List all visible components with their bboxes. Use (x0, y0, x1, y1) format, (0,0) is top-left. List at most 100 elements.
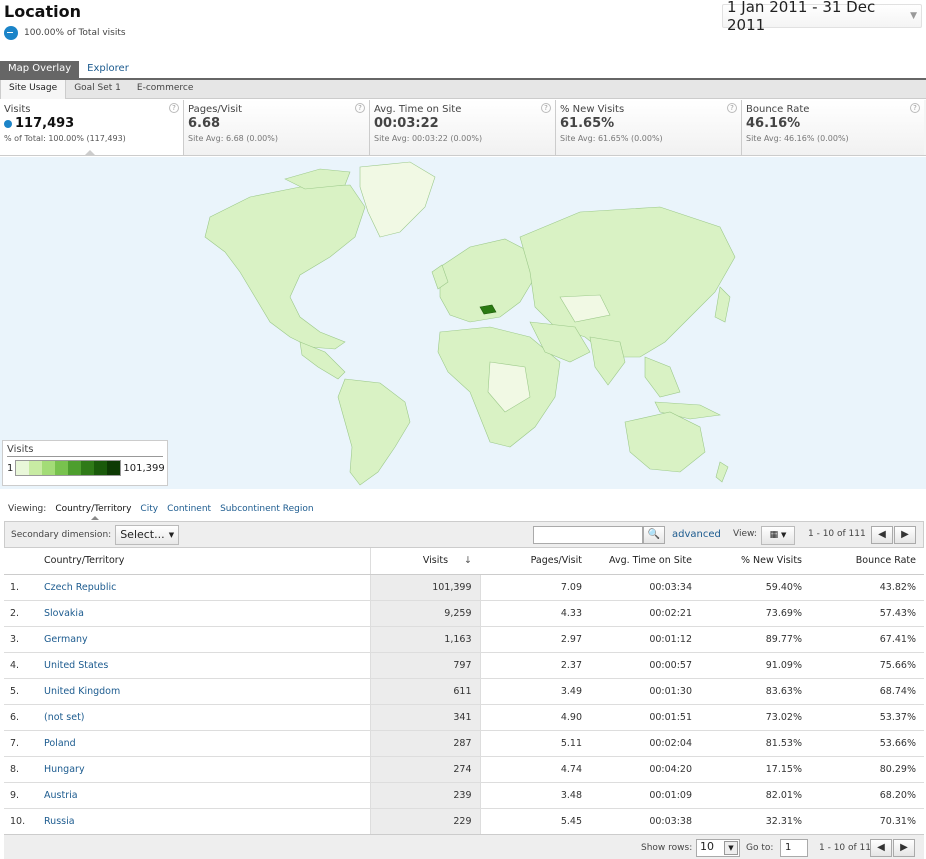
metric-sub: % of Total: 100.00% (117,493) (4, 134, 126, 143)
subtab-ecommerce[interactable]: E-commerce (129, 80, 201, 99)
cell-new-visits: 17.15% (700, 756, 810, 783)
country-link[interactable]: Austria (36, 782, 370, 809)
row-index: 3. (4, 626, 36, 653)
country-link[interactable]: Czech Republic (36, 574, 370, 601)
tab-map-overlay[interactable]: Map Overlay (0, 61, 80, 78)
cell-new-visits: 59.40% (700, 574, 810, 601)
help-icon[interactable]: ? (910, 103, 920, 113)
region-japan (714, 286, 731, 323)
prev-page-button[interactable]: ◀ (871, 526, 893, 544)
table-row: 7. Poland 287 5.11 00:02:04 81.53% 53.66% (4, 730, 924, 757)
country-link[interactable]: Germany (36, 626, 370, 653)
dimension-city[interactable]: City (140, 504, 158, 514)
footer-prev-page-button[interactable]: ◀ (870, 839, 892, 857)
metric-bounce-rate[interactable]: Bounce Rate 46.16% Site Avg: 46.16% (0.0… (742, 100, 924, 155)
country-link[interactable]: Hungary (36, 756, 370, 783)
column-bounce-rate[interactable]: Bounce Rate (810, 548, 924, 575)
cell-avg-time: 00:04:20 (590, 756, 700, 783)
table-search-input[interactable] (533, 526, 643, 544)
column-pages-visit[interactable]: Pages/Visit (480, 548, 590, 575)
country-link[interactable]: (not set) (36, 704, 370, 731)
segment-subtitle: 100.00% of Total visits (4, 26, 126, 40)
date-range-picker[interactable]: 1 Jan 2011 - 31 Dec 2011 ▼ (722, 0, 922, 34)
cell-avg-time: 00:03:34 (590, 574, 700, 601)
chevron-down-icon: ▼ (910, 11, 917, 21)
subtab-site-usage[interactable]: Site Usage (0, 80, 67, 99)
column-country[interactable]: Country/Territory (36, 548, 370, 575)
next-page-button[interactable]: ▶ (894, 526, 916, 544)
column-visits[interactable]: Visits ↓ (369, 548, 480, 575)
pagination-range: 1 - 10 of 111 (808, 529, 866, 539)
goto-label: Go to: (746, 843, 774, 853)
show-rows-value: 10 (700, 840, 714, 853)
chevron-down-icon: ▼ (168, 530, 175, 539)
cell-avg-time: 00:01:30 (590, 678, 700, 705)
table-header-row: Country/Territory Visits ↓ Pages/Visit Av… (4, 548, 924, 575)
secondary-dimension-select[interactable]: Select... ▼ (115, 524, 180, 545)
grid-icon: ▦ (769, 530, 779, 540)
footer-next-page-button[interactable]: ▶ (893, 839, 915, 857)
metric-label: Pages/Visit (188, 104, 243, 115)
country-link[interactable]: Poland (36, 730, 370, 757)
cell-avg-time: 00:01:51 (590, 704, 700, 731)
table-row: 9. Austria 239 3.48 00:01:09 82.01% 68.20% (4, 782, 924, 809)
dimension-country[interactable]: Country/Territory (55, 504, 131, 520)
help-icon[interactable]: ? (355, 103, 365, 113)
country-link[interactable]: Slovakia (36, 600, 370, 627)
view-tabs: Map Overlay Explorer (0, 61, 137, 78)
country-link[interactable]: United Kingdom (36, 678, 370, 705)
metric-label: % New Visits (560, 104, 625, 115)
table-body: 1. Czech Republic 101,399 7.09 00:03:34 59.40… (4, 574, 924, 835)
legend-title: Visits (7, 444, 163, 457)
metric-avg-time[interactable]: Avg. Time on Site 00:03:22 Site Avg: 00:… (370, 100, 556, 155)
column-new-visits[interactable]: % New Visits (700, 548, 810, 575)
date-range-text: 1 Jan 2011 - 31 Dec 2011 (727, 0, 876, 34)
region-greenland (359, 161, 436, 238)
legend-swatches (15, 460, 122, 476)
cell-visits: 287 (369, 730, 481, 757)
column-visits-label: Visits (422, 555, 449, 567)
cell-bounce-rate: 67.41% (810, 626, 924, 653)
dimension-subcontinent[interactable]: Subcontinent Region (220, 504, 313, 514)
metric-label: Bounce Rate (746, 104, 810, 115)
metric-sub: Site Avg: 46.16% (0.00%) (746, 134, 849, 143)
cell-new-visits: 89.77% (700, 626, 810, 653)
cell-bounce-rate: 53.66% (810, 730, 924, 757)
help-icon[interactable]: ? (727, 103, 737, 113)
row-index: 6. (4, 704, 36, 731)
dimension-continent[interactable]: Continent (167, 504, 211, 514)
region-india (589, 336, 626, 386)
metric-visits[interactable]: Visits 117,493 % of Total: 100.00% (117,… (0, 100, 184, 156)
show-rows-select[interactable]: 10 ▼ (696, 839, 740, 857)
row-index: 8. (4, 756, 36, 783)
goto-page-input[interactable]: 1 (780, 839, 808, 857)
cell-pages-visit: 2.97 (480, 626, 590, 653)
cell-visits: 611 (369, 678, 481, 705)
region-australia (624, 411, 706, 473)
metric-sub: Site Avg: 6.68 (0.00%) (188, 134, 278, 143)
cell-new-visits: 91.09% (700, 652, 810, 679)
tab-explorer[interactable]: Explorer (79, 61, 137, 78)
cell-visits: 101,399 (369, 574, 481, 601)
help-icon[interactable]: ? (169, 103, 179, 113)
world-map[interactable]: Visits 1 101,399 (0, 157, 926, 489)
metric-pages-visit[interactable]: Pages/Visit 6.68 Site Avg: 6.68 (0.00%) … (184, 100, 370, 155)
metric-new-visits[interactable]: % New Visits 61.65% Site Avg: 61.65% (0.… (556, 100, 742, 155)
metric-value: 117,493 (4, 116, 179, 131)
search-icon[interactable]: 🔍 (643, 526, 665, 544)
view-mode-button[interactable]: ▦ ▼ (761, 526, 795, 545)
data-table: Country/Territory Visits ↓ Pages/Visit Av… (4, 548, 924, 835)
row-index: 2. (4, 600, 36, 627)
metric-value: 6.68 (188, 116, 221, 131)
cell-new-visits: 73.02% (700, 704, 810, 731)
column-avg-time[interactable]: Avg. Time on Site (590, 548, 700, 575)
help-icon[interactable]: ? (541, 103, 551, 113)
subtab-goal-set-1[interactable]: Goal Set 1 (66, 80, 129, 99)
advanced-filter-link[interactable]: advanced (672, 529, 721, 540)
metric-value: 00:03:22 (374, 116, 439, 131)
country-link[interactable]: Russia (36, 808, 370, 835)
table-footer: Show rows: 10 ▼ Go to: 1 1 - 10 of 111 ◀… (4, 834, 924, 859)
cell-avg-time: 00:01:12 (590, 626, 700, 653)
country-link[interactable]: United States (36, 652, 370, 679)
cell-visits: 341 (369, 704, 481, 731)
